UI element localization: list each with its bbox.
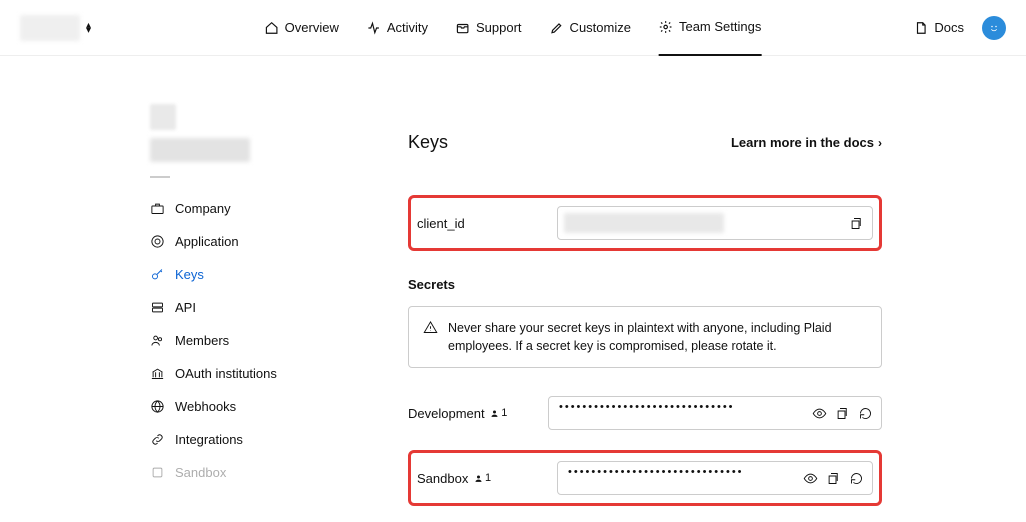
docs-label: Docs — [934, 20, 964, 35]
development-label: Development 1 — [408, 406, 548, 421]
eye-icon[interactable] — [803, 471, 818, 486]
link-icon — [150, 432, 165, 447]
sidebar-item-label: Members — [175, 333, 229, 348]
development-secret-value: •••••••••••••••••••••••••••••• — [553, 401, 806, 425]
nav-overview[interactable]: Overview — [265, 0, 339, 56]
sidebar-item-label: Integrations — [175, 432, 243, 447]
smiley-icon — [988, 22, 1000, 34]
members-icon — [150, 333, 165, 348]
development-count: 1 — [490, 407, 507, 419]
sandbox-count: 1 — [474, 472, 491, 484]
sandbox-label: Sandbox 1 — [417, 471, 557, 486]
client-id-value-hidden — [564, 213, 724, 233]
copy-icon[interactable] — [835, 406, 850, 421]
person-icon — [474, 474, 483, 483]
nav-label: Activity — [387, 20, 428, 35]
warning-text: Never share your secret keys in plaintex… — [448, 319, 867, 355]
docs-link[interactable]: Docs — [914, 20, 964, 35]
briefcase-icon — [150, 201, 165, 216]
client-id-label: client_id — [417, 216, 557, 231]
document-icon — [914, 21, 928, 35]
sidebar-item-oauth[interactable]: OAuth institutions — [150, 357, 340, 390]
globe-icon — [150, 399, 165, 414]
top-navigation: ▴▾ Overview Activity Support Customize T… — [0, 0, 1026, 56]
nav-label: Overview — [285, 20, 339, 35]
key-icon — [150, 267, 165, 282]
person-icon — [490, 409, 499, 418]
secrets-heading: Secrets — [408, 277, 882, 292]
user-avatar[interactable] — [982, 16, 1006, 40]
secrets-warning: Never share your secret keys in plaintex… — [408, 306, 882, 368]
page-title: Keys — [408, 132, 448, 153]
client-id-row: client_id — [417, 206, 873, 240]
client-id-field[interactable] — [557, 206, 873, 240]
team-name-placeholder — [150, 138, 250, 162]
sidebar-item-sandbox[interactable]: Sandbox — [150, 456, 340, 489]
sidebar-item-company[interactable]: Company — [150, 192, 340, 225]
sidebar-item-api[interactable]: API — [150, 291, 340, 324]
nav-activity[interactable]: Activity — [367, 0, 428, 56]
rotate-icon[interactable] — [849, 471, 864, 486]
sandbox-count-value: 1 — [485, 472, 491, 484]
eye-icon[interactable] — [812, 406, 827, 421]
development-secret-row: Development 1 ••••••••••••••••••••••••••… — [408, 396, 882, 430]
development-label-text: Development — [408, 406, 485, 421]
pencil-icon — [550, 21, 564, 35]
copy-icon[interactable] — [849, 216, 864, 231]
home-icon — [265, 21, 279, 35]
sandbox-secret-field[interactable]: •••••••••••••••••••••••••••••• — [557, 461, 873, 495]
team-logo-placeholder — [150, 104, 176, 130]
nav-customize[interactable]: Customize — [550, 0, 631, 56]
sidebar-item-integrations[interactable]: Integrations — [150, 423, 340, 456]
server-icon — [150, 300, 165, 315]
nav-right: Docs — [914, 16, 1006, 40]
brand-dropdown-caret[interactable]: ▴▾ — [86, 23, 91, 33]
copy-icon[interactable] — [826, 471, 841, 486]
sidebar-item-label: OAuth institutions — [175, 366, 277, 381]
gear-icon — [659, 20, 673, 34]
development-secret-field[interactable]: •••••••••••••••••••••••••••••• — [548, 396, 882, 430]
main-panel: Keys Learn more in the docs › client_id … — [380, 104, 910, 522]
nav-label: Customize — [570, 20, 631, 35]
brand-logo — [20, 15, 80, 41]
nav-team-settings[interactable]: Team Settings — [659, 0, 761, 56]
sidebar-item-label: Application — [175, 234, 239, 249]
sidebar-item-label: API — [175, 300, 196, 315]
learn-more-label: Learn more in the docs — [731, 135, 874, 150]
settings-sidebar: Company Application Keys API Members OAu… — [150, 104, 340, 522]
warning-icon — [423, 320, 438, 335]
sidebar-item-members[interactable]: Members — [150, 324, 340, 357]
sidebar-item-label: Sandbox — [175, 465, 226, 480]
development-count-value: 1 — [501, 407, 507, 419]
sidebar-item-label: Webhooks — [175, 399, 236, 414]
nav-support[interactable]: Support — [456, 0, 522, 56]
institution-icon — [150, 366, 165, 381]
sidebar-item-label: Keys — [175, 267, 204, 282]
rotate-icon[interactable] — [858, 406, 873, 421]
sidebar-item-webhooks[interactable]: Webhooks — [150, 390, 340, 423]
learn-more-link[interactable]: Learn more in the docs › — [731, 135, 882, 150]
sandbox-secret-row: Sandbox 1 •••••••••••••••••••••••••••••• — [417, 461, 873, 495]
nav-label: Team Settings — [679, 19, 761, 34]
activity-icon — [367, 21, 381, 35]
sandbox-secret-value: •••••••••••••••••••••••••••••• — [562, 466, 797, 490]
inbox-icon — [456, 21, 470, 35]
nav-tabs: Overview Activity Support Customize Team… — [265, 0, 762, 56]
chevron-right-icon: › — [878, 136, 882, 150]
sandbox-highlight: Sandbox 1 •••••••••••••••••••••••••••••• — [408, 450, 882, 506]
sidebar-item-application[interactable]: Application — [150, 225, 340, 258]
sidebar-divider — [150, 176, 170, 178]
app-icon — [150, 234, 165, 249]
sandbox-icon — [150, 465, 165, 480]
sidebar-item-keys[interactable]: Keys — [150, 258, 340, 291]
nav-label: Support — [476, 20, 522, 35]
sandbox-label-text: Sandbox — [417, 471, 468, 486]
sidebar-item-label: Company — [175, 201, 231, 216]
client-id-highlight: client_id — [408, 195, 882, 251]
